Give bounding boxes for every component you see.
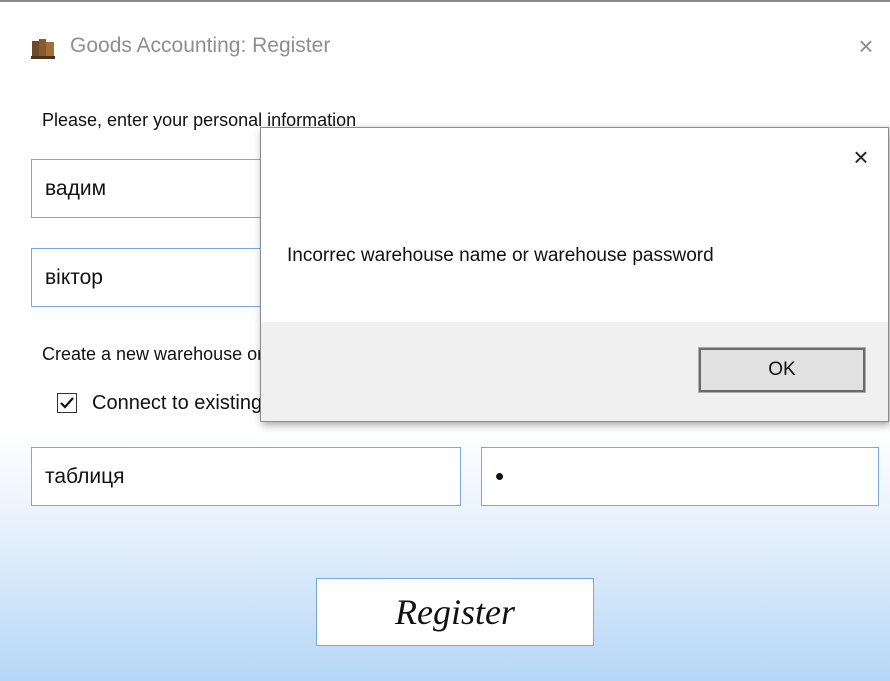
connect-checkbox[interactable] [57, 393, 77, 413]
register-button[interactable]: Register [316, 578, 594, 646]
warehouse-password-field[interactable]: • [481, 447, 879, 506]
title-bar: Goods Accounting: Register × [0, 2, 890, 88]
window-title: Goods Accounting: Register [70, 34, 331, 57]
close-icon[interactable]: × [852, 32, 880, 60]
ok-button[interactable]: OK [698, 347, 866, 393]
checkmark-icon [60, 397, 74, 409]
warehouse-name-field[interactable]: таблиця [31, 447, 461, 506]
error-dialog: × Incorrec warehouse name or warehouse p… [260, 127, 889, 422]
dialog-footer: OK [261, 322, 888, 421]
error-message: Incorrec warehouse name or warehouse pas… [287, 245, 714, 266]
close-icon[interactable]: × [846, 142, 876, 172]
books-icon [31, 39, 55, 59]
